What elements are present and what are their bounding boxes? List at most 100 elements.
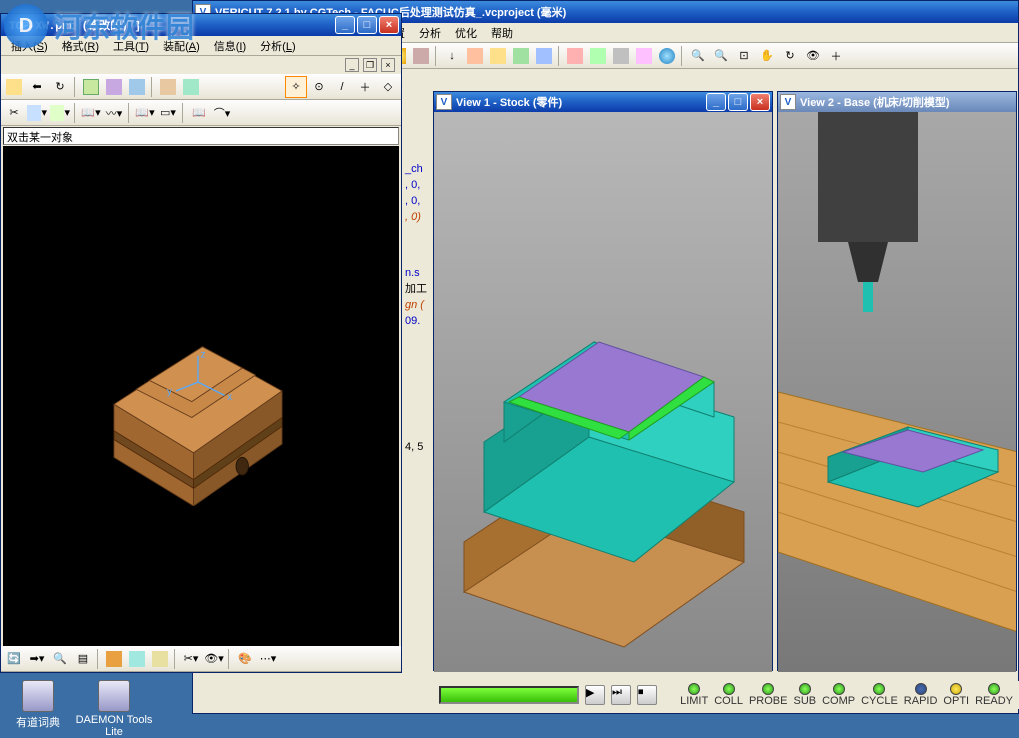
ug-doc-close-button[interactable]: × bbox=[381, 58, 395, 72]
stop-button[interactable]: ⏹ bbox=[637, 685, 657, 705]
tb-pan-icon[interactable]: ✋ bbox=[756, 45, 778, 67]
ug-window: TOP-XW.prt (修改的) ] _ □ × 插入(S) 格式(R) 工具(… bbox=[0, 13, 402, 673]
led-comp: COMP bbox=[822, 683, 855, 707]
tb-cube-icon[interactable] bbox=[510, 45, 532, 67]
led-ready: READY bbox=[975, 683, 1013, 707]
ug-maximize-button[interactable]: □ bbox=[357, 16, 377, 34]
led-cycle: CYCLE bbox=[861, 683, 898, 707]
step-button[interactable]: ⏭ bbox=[611, 685, 631, 705]
led-probe: PROBE bbox=[749, 683, 788, 707]
ug-tb-mach-icon[interactable] bbox=[180, 76, 202, 98]
youdao-icon bbox=[22, 680, 54, 712]
ug-tb-pt1-icon[interactable]: ⊙ bbox=[308, 76, 330, 98]
view1-viewport[interactable] bbox=[434, 112, 772, 672]
view1-icon: V bbox=[436, 94, 452, 110]
tb-fit-icon[interactable]: ⊡ bbox=[733, 45, 755, 67]
view2-viewport[interactable] bbox=[778, 112, 1016, 672]
daemon-label: DAEMON Tools Lite bbox=[74, 714, 154, 738]
view2-titlebar[interactable]: V View 2 - Base (机床/切削模型) bbox=[778, 92, 1016, 112]
ug-tb2-book2-icon[interactable]: 📖▾ bbox=[134, 102, 156, 124]
led-limit: LIMIT bbox=[680, 683, 708, 707]
view1-minimize-button[interactable]: _ bbox=[706, 93, 726, 111]
ug-bb-wire-icon[interactable] bbox=[126, 648, 148, 670]
tb-globe-icon[interactable] bbox=[656, 45, 678, 67]
ug-viewport[interactable]: z y x bbox=[3, 146, 399, 646]
ug-tb-cyl-icon[interactable] bbox=[103, 76, 125, 98]
led-sub: SUB bbox=[793, 683, 816, 707]
status-strip: ▶ ⏭ ⏹ LIMIT COLL PROBE SUB COMP CYCLE RA… bbox=[433, 681, 1019, 709]
ug-tb-pt3-icon[interactable]: ＋ bbox=[354, 76, 376, 98]
ug-tb2-arc-icon[interactable]: ⌒▾ bbox=[211, 102, 233, 124]
tb-folder-icon[interactable] bbox=[487, 45, 509, 67]
watermark-text: 河东软件园 bbox=[54, 6, 194, 46]
menu-optimize[interactable]: 优化 bbox=[449, 23, 483, 43]
ug-bb-find-icon[interactable]: 🔍 bbox=[49, 648, 71, 670]
code-fragment: _ch , 0, , 0, , 0) n.s 加工 gn ( 09. 4, 5 bbox=[405, 161, 427, 455]
ug-tb-geom-icon[interactable] bbox=[157, 76, 179, 98]
tb-plus-icon[interactable]: ＋ bbox=[825, 45, 847, 67]
ug-bb-arrow-icon[interactable]: ➡▾ bbox=[26, 648, 48, 670]
tb-gear-icon[interactable] bbox=[610, 45, 632, 67]
view1-close-button[interactable]: × bbox=[750, 93, 770, 111]
tb-wave-icon[interactable] bbox=[533, 45, 555, 67]
view1-titlebar[interactable]: V View 1 - Stock (零件) _ □ × bbox=[434, 92, 772, 112]
menu-analyze[interactable]: 分析 bbox=[413, 23, 447, 43]
tb-arrow-down-icon[interactable]: ↓ bbox=[441, 45, 463, 67]
svg-text:z: z bbox=[201, 349, 206, 360]
ug-close-button[interactable]: × bbox=[379, 16, 399, 34]
ug-tb2-curve-icon[interactable]: 〰▾ bbox=[103, 102, 125, 124]
ug-tb2-book3-icon[interactable]: 📖 bbox=[188, 102, 210, 124]
ug-tb-box-icon[interactable] bbox=[80, 76, 102, 98]
tb-people-icon[interactable] bbox=[564, 45, 586, 67]
tb-rotate-icon[interactable]: ↻ bbox=[779, 45, 801, 67]
ug-bb-refresh-icon[interactable]: 🔄 bbox=[3, 648, 25, 670]
ug-minimize-button[interactable]: _ bbox=[335, 16, 355, 34]
ug-tb-back-icon[interactable]: ⬅ bbox=[26, 76, 48, 98]
ug-bb-hide-icon[interactable] bbox=[149, 648, 171, 670]
ug-bb-clip-icon[interactable]: ✂▾ bbox=[180, 648, 202, 670]
tb-clip-icon[interactable] bbox=[410, 45, 432, 67]
ug-doc-restore-button[interactable]: ❐ bbox=[363, 58, 377, 72]
ug-tb2-dd2-icon[interactable]: ▾ bbox=[49, 102, 71, 124]
ug-tb-open-icon[interactable] bbox=[3, 76, 25, 98]
ug-tb2-dd1-icon[interactable]: ▾ bbox=[26, 102, 48, 124]
svg-text:x: x bbox=[227, 392, 232, 403]
ug-tb-tool-icon[interactable] bbox=[126, 76, 148, 98]
ug-doc-min-button[interactable]: _ bbox=[345, 58, 359, 72]
stock-model bbox=[434, 242, 772, 662]
view1-maximize-button[interactable]: □ bbox=[728, 93, 748, 111]
tb-analyze-icon[interactable] bbox=[633, 45, 655, 67]
ug-menu-analyze[interactable]: 分析(L) bbox=[254, 36, 301, 56]
ug-bb-view-icon[interactable]: 👁▾ bbox=[203, 648, 225, 670]
ug-bb-layer-icon[interactable]: ▤ bbox=[72, 648, 94, 670]
ug-menu-info[interactable]: 信息(I) bbox=[208, 36, 252, 56]
ug-tb2-cut-icon[interactable]: ✂ bbox=[3, 102, 25, 124]
tb-zoom-out-icon[interactable]: 🔍 bbox=[710, 45, 732, 67]
play-button[interactable]: ▶ bbox=[585, 685, 605, 705]
tb-check-icon[interactable] bbox=[587, 45, 609, 67]
tb-eye-icon[interactable]: 👁 bbox=[802, 45, 824, 67]
ug-doc-controls: _ ❐ × bbox=[1, 56, 401, 74]
ug-tb-snap-icon[interactable]: ✧ bbox=[285, 76, 307, 98]
watermark-logo: D 河东软件园 bbox=[4, 4, 194, 48]
menu-help[interactable]: 帮助 bbox=[485, 23, 519, 43]
daemon-icon bbox=[98, 680, 130, 712]
ug-bb-shade-icon[interactable] bbox=[103, 648, 125, 670]
ug-bb-more-icon[interactable]: ⋯▾ bbox=[257, 648, 279, 670]
ug-tb-pt2-icon[interactable]: / bbox=[331, 76, 353, 98]
desktop-icon-youdao[interactable]: 有道词典 bbox=[8, 680, 68, 730]
logo-circle: D bbox=[4, 4, 48, 48]
desktop-icon-daemon[interactable]: DAEMON Tools Lite bbox=[74, 680, 154, 738]
ug-tb2-sheet-icon[interactable]: ▭▾ bbox=[157, 102, 179, 124]
led-rapid: RAPID bbox=[904, 683, 938, 707]
ug-bb-palette-icon[interactable]: 🎨 bbox=[234, 648, 256, 670]
tb-zoom-in-icon[interactable]: 🔍 bbox=[687, 45, 709, 67]
ug-tb-pt4-icon[interactable]: ◇ bbox=[377, 76, 399, 98]
led-coll: COLL bbox=[714, 683, 743, 707]
ug-tb2-book-icon[interactable]: 📖▾ bbox=[80, 102, 102, 124]
ug-tb-redo-icon[interactable]: ↻ bbox=[49, 76, 71, 98]
ug-toolbar-bottom: 🔄 ➡▾ 🔍 ▤ ✂▾ 👁▾ 🎨 ⋯▾ bbox=[1, 646, 401, 672]
progress-bar bbox=[439, 686, 579, 704]
ug-prompt: 双击某一对象 bbox=[3, 127, 399, 145]
tb-export-icon[interactable] bbox=[464, 45, 486, 67]
